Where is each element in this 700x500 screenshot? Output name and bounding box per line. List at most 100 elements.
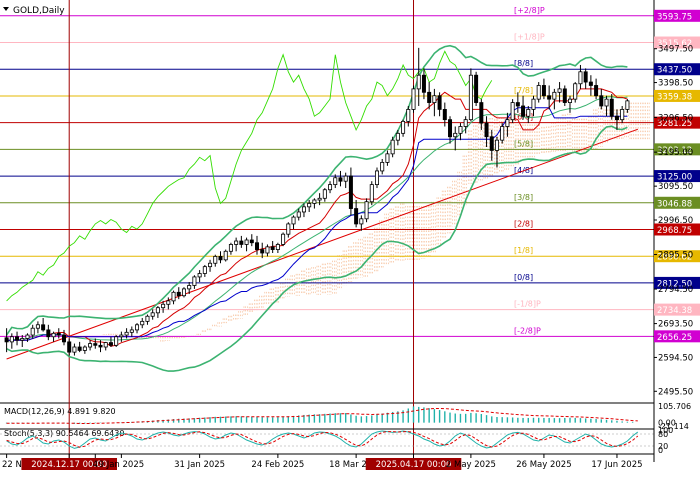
candle-body	[228, 244, 233, 252]
candle-body	[448, 119, 453, 138]
candle-body	[114, 336, 119, 346]
price-tick-label: 2495.50	[658, 387, 693, 397]
candle-body	[208, 262, 213, 268]
candle-body	[244, 239, 249, 245]
candle-body	[359, 218, 364, 225]
candle-body	[500, 126, 505, 141]
candle-body	[604, 98, 609, 107]
time-tick-label: 26 May 2025	[516, 460, 571, 470]
candle-body	[479, 102, 484, 124]
murrey-level-label: [+2/8]P	[514, 6, 545, 15]
price-tick-label: 2794.50	[658, 285, 693, 295]
candle-body	[255, 242, 260, 250]
stoch-tick-label: 80	[658, 430, 668, 439]
candle-body	[354, 208, 359, 225]
murrey-level-label: [2/8]	[514, 219, 533, 228]
time-tick-label: 17 Jun 2025	[591, 460, 642, 470]
candle-body	[51, 332, 56, 338]
candle-body	[82, 346, 87, 351]
candle-body	[286, 223, 291, 235]
price-axis: 3593.753515.623437.503359.383281.253203.…	[653, 0, 700, 462]
price-level-value: 2734.38	[657, 306, 692, 316]
price-tick-label: 3398.50	[658, 79, 693, 89]
candle-body	[541, 85, 546, 97]
candle-body	[9, 336, 14, 343]
candle-body	[307, 203, 312, 208]
candle-body	[614, 115, 619, 121]
candle-body	[108, 342, 113, 346]
candle-body	[390, 139, 395, 155]
candle-body	[364, 201, 369, 220]
candle-body	[348, 175, 353, 209]
time-tick-label: 4	[93, 460, 98, 470]
candle-body	[526, 109, 531, 117]
chart-header[interactable]: GOLD,Daily	[3, 6, 65, 16]
candle-body	[620, 109, 625, 121]
candle-body	[312, 199, 317, 204]
candle-body	[510, 102, 515, 121]
candle-body	[98, 344, 103, 348]
price-tick-label: 3296.50	[658, 113, 693, 123]
candle-body	[547, 95, 552, 100]
candle-body	[484, 122, 489, 138]
candle-body	[489, 136, 494, 151]
candle-body	[124, 331, 129, 336]
chart-window: [+2/8]P[+1/8]P[8/8][7/8][6/8][5/8][4/8][…	[0, 0, 700, 500]
candle-body	[4, 337, 9, 343]
candle-body	[223, 250, 228, 261]
gold-daily-chart[interactable]: [+2/8]P[+1/8]P[8/8][7/8][6/8][5/8][4/8][…	[0, 0, 700, 500]
candle-body	[562, 88, 567, 103]
candle-body	[119, 334, 124, 338]
symbol-label: GOLD,Daily	[13, 6, 65, 16]
candle-body	[281, 233, 286, 245]
candle-body	[249, 239, 254, 244]
candle-body	[192, 276, 197, 286]
candle-body	[343, 175, 348, 182]
candle-body	[77, 346, 82, 351]
time-tick-label: 24 Feb 2025	[251, 460, 304, 470]
candle-body	[135, 324, 140, 331]
candle-body	[594, 85, 599, 97]
candle-body	[401, 120, 406, 134]
candle-body	[588, 81, 593, 86]
murrey-level-label: [3/8]	[514, 193, 533, 202]
candle-body	[609, 98, 614, 117]
candle-body	[369, 184, 374, 203]
candle-body	[374, 170, 379, 186]
candle-body	[15, 336, 20, 341]
candle-body	[260, 249, 265, 254]
candle-body	[416, 74, 421, 90]
candle-body	[437, 95, 442, 110]
candle-body	[338, 177, 343, 182]
candle-body	[468, 74, 473, 121]
candle-body	[328, 184, 333, 191]
candle-body	[265, 246, 270, 254]
candle-body	[171, 291, 176, 302]
macd-tick-label: 105.706	[658, 402, 691, 411]
candle-body	[296, 211, 301, 218]
price-tick-label: 2693.50	[658, 320, 693, 330]
candle-body	[573, 83, 578, 100]
candle-body	[72, 346, 77, 353]
candle-body	[521, 105, 526, 117]
candle-body	[583, 71, 588, 83]
candle-body	[187, 285, 192, 290]
candle-body	[275, 244, 280, 250]
candle-body	[317, 197, 322, 201]
price-level-value: 3359.38	[657, 92, 692, 102]
candle-body	[406, 109, 411, 122]
macd-label: MACD(12,26,9) 4.891 9.820	[4, 407, 116, 416]
price-level-value: 3046.88	[657, 199, 692, 209]
candle-body	[46, 329, 51, 338]
candle-body	[150, 312, 155, 317]
candle-body	[202, 266, 207, 274]
murrey-level-label: [+1/8]P	[514, 33, 545, 42]
time-marker-label: 2025.04.17 00:00	[376, 460, 452, 470]
candle-body	[531, 98, 536, 110]
candle-body	[599, 95, 604, 107]
candle-body	[197, 273, 202, 278]
candle-body	[421, 74, 426, 93]
candle-body	[322, 189, 327, 199]
time-tick-label: 2 May 2025	[446, 460, 496, 470]
candle-body	[453, 132, 458, 138]
